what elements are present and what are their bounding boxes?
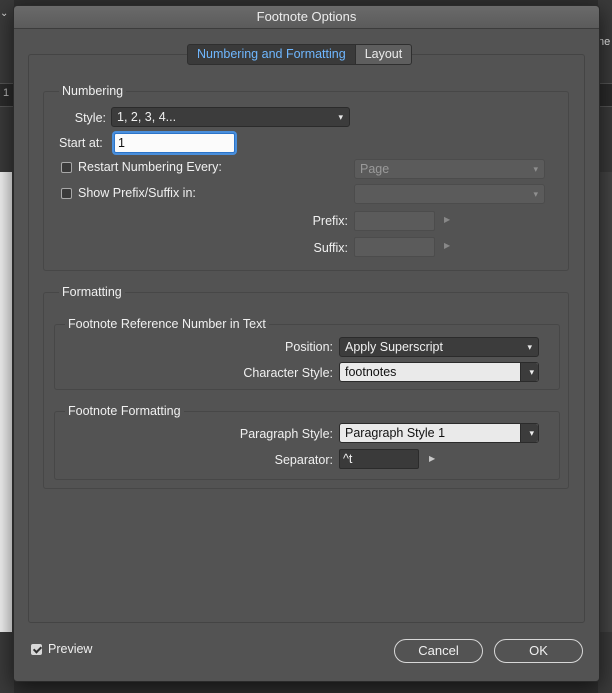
footnote-options-dialog: Footnote Options Numbering Style: 1, 2, … [13,5,600,682]
position-label: Position: [285,340,333,354]
prefix-suffix-location-dropdown[interactable]: ▾ [354,184,545,204]
background-app-left: ⌄ 1 [0,0,14,693]
prefix-input[interactable] [354,211,435,231]
character-style-value: footnotes [345,365,397,379]
footnote-formatting-heading: Footnote Formatting [65,404,184,418]
chevron-down-icon: ▾ [533,189,538,199]
chevron-down-icon: ▾ [529,367,534,377]
separator-label: Separator: [274,453,333,467]
paragraph-style-dropdown-button[interactable]: ▾ [520,424,538,442]
ok-button[interactable]: OK [494,639,583,663]
start-at-label: Start at: [59,136,103,150]
cancel-button[interactable]: Cancel [394,639,483,663]
document-page-fragment [0,172,12,632]
pasteboard-fragment [600,172,612,632]
numbering-group: Numbering Style: 1, 2, 3, 4... ▾ Start a… [43,84,569,271]
prefix-label: Prefix: [312,214,348,228]
separator-value: ^t [343,452,353,466]
ruler-strip-left: 1 [0,83,14,107]
separator-input[interactable]: ^t [339,449,419,469]
style-label: Style: [74,111,106,125]
chevron-down-icon: ▾ [527,342,532,352]
restart-numbering-label: Restart Numbering Every: [78,160,222,174]
ruler-fragment: 1 [3,87,10,99]
chevron-down-icon: ▾ [533,164,538,174]
tab-numbering-and-formatting[interactable]: Numbering and Formatting [187,44,356,65]
formatting-heading: Formatting [59,285,125,299]
character-style-dropdown[interactable]: footnotes ▾ [339,362,539,382]
character-style-dropdown-button[interactable]: ▾ [520,363,538,381]
tab-content-panel: Numbering Style: 1, 2, 3, 4... ▾ Start a… [28,54,585,623]
preview-label: Preview [48,642,93,656]
dialog-title: Footnote Options [14,6,599,29]
preview-checkbox[interactable] [31,644,42,655]
suffix-label: Suffix: [313,241,348,255]
numbering-style-value: 1, 2, 3, 4... [117,110,177,124]
character-style-label: Character Style: [243,366,333,380]
separator-special-characters-icon[interactable]: ▶ [429,454,435,463]
numbering-style-dropdown[interactable]: 1, 2, 3, 4... ▾ [111,107,350,127]
show-prefix-suffix-checkbox[interactable] [61,188,72,199]
start-at-input[interactable]: 1 [114,133,235,153]
ruler-strip-right [598,83,612,107]
paragraph-style-label: Paragraph Style: [239,427,333,441]
reference-number-heading: Footnote Reference Number in Text [65,317,269,331]
formatting-group: Formatting Footnote Reference Number in … [43,285,569,489]
prefix-special-characters-icon[interactable]: ▶ [444,215,450,224]
footnote-formatting-group: Footnote Formatting Paragraph Style: Par… [54,404,560,480]
numbering-heading: Numbering [59,84,127,98]
tab-layout[interactable]: Layout [355,44,413,65]
position-value: Apply Superscript [345,340,443,354]
position-dropdown[interactable]: Apply Superscript ▾ [339,337,539,357]
chevron-down-icon: ⌄ [0,8,9,19]
restart-numbering-value: Page [360,162,390,176]
start-at-value: 1 [118,136,125,150]
background-app-right: ne [598,0,612,693]
reference-number-group: Footnote Reference Number in Text Positi… [54,317,560,390]
chevron-down-icon: ▾ [338,112,343,122]
restart-numbering-checkbox[interactable] [61,162,72,173]
tab-bar: Numbering and Formatting Layout [187,44,413,65]
show-prefix-suffix-label: Show Prefix/Suffix in: [78,186,196,200]
paragraph-style-value: Paragraph Style 1 [345,426,446,440]
suffix-special-characters-icon[interactable]: ▶ [444,241,450,250]
restart-numbering-dropdown[interactable]: Page ▾ [354,159,545,179]
suffix-input[interactable] [354,237,435,257]
paragraph-style-dropdown[interactable]: Paragraph Style 1 ▾ [339,423,539,443]
chevron-down-icon: ▾ [529,428,534,438]
